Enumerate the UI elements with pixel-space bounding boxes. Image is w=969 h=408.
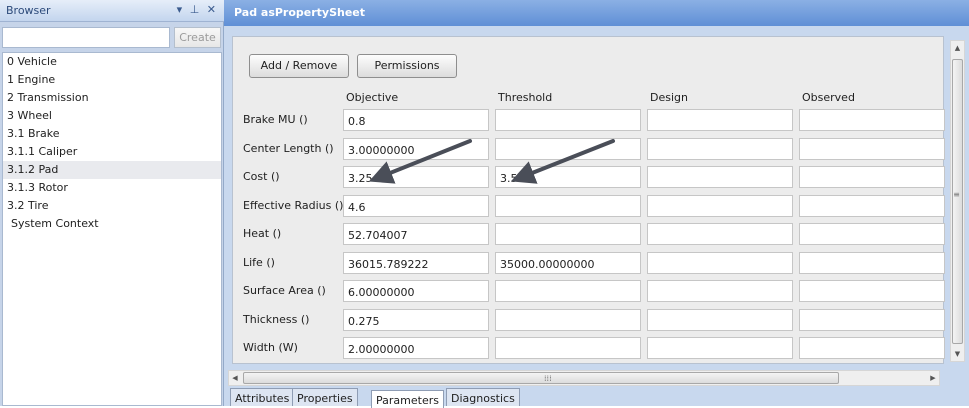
parameter-value-field[interactable] [647, 194, 793, 217]
tree-item[interactable]: 3.1.1 Caliper [3, 143, 221, 161]
parameter-label: Thickness () [243, 312, 310, 326]
parameter-label: Cost () [243, 170, 280, 183]
parameter-value-field[interactable] [799, 194, 945, 217]
permissions-button[interactable]: Permissions [357, 54, 457, 78]
parameter-value-field[interactable] [799, 109, 945, 131]
parameter-value-field[interactable] [647, 280, 793, 302]
scroll-grip-icon: ≡ [953, 190, 960, 199]
parameter-value-field[interactable] [647, 109, 793, 131]
tab-attributes[interactable]: Attributes [230, 388, 295, 406]
parameter-value-field[interactable] [495, 337, 641, 359]
tree-item[interactable]: 3.2 Tire [3, 197, 221, 215]
parameter-value-field[interactable] [799, 166, 945, 188]
create-button[interactable]: Create [174, 27, 221, 48]
parameter-value-field[interactable] [647, 137, 793, 160]
parameter-value-field[interactable]: 35000.00000000 [495, 251, 641, 274]
browser-title: Browser [6, 4, 51, 17]
parameter-value-field[interactable] [495, 109, 641, 131]
tab-diagnostics[interactable]: Diagnostics [446, 388, 520, 406]
parameter-value-field[interactable] [647, 251, 793, 274]
column-header: Observed [802, 91, 855, 104]
parameter-value-field[interactable] [799, 337, 945, 359]
parameter-value-field[interactable] [495, 223, 641, 245]
parameter-value-field[interactable]: 2.00000000 [343, 337, 489, 359]
parameters-panel: Add / Remove Permissions Objective Thresh… [232, 36, 945, 364]
browser-pane: Browser ▾ ⊥ ✕ Create 0 Vehicle 1 Engine 2 … [0, 0, 224, 406]
parameter-value-field[interactable]: 52.704007 [343, 223, 489, 245]
parameter-value-field[interactable]: 3.5 [495, 166, 641, 188]
vertical-scroll-thumb[interactable] [952, 59, 963, 344]
scroll-up-icon[interactable]: ▲ [951, 41, 964, 55]
scroll-right-icon[interactable]: ▶ [927, 371, 939, 385]
parameter-value-field[interactable] [799, 223, 945, 245]
parameter-label: Surface Area () [243, 284, 326, 297]
tab-properties[interactable]: Properties [292, 388, 358, 406]
parameter-value-field[interactable] [799, 251, 945, 274]
vertical-scrollbar[interactable]: ▲ ≡ ▼ [950, 40, 965, 362]
parameter-value-field[interactable] [647, 337, 793, 359]
browser-search-input[interactable] [2, 27, 170, 48]
browser-tree: 0 Vehicle 1 Engine 2 Transmission 3 Wheel 3.… [2, 52, 222, 406]
horizontal-scrollbar[interactable]: ◀ ⁞⁞⁞ ▶ [228, 370, 940, 386]
scroll-down-icon[interactable]: ▼ [951, 347, 964, 361]
parameter-label: Brake MU () [243, 113, 308, 126]
sheet-title: Pad asPropertySheet [224, 0, 969, 26]
parameter-label: Heat () [243, 227, 282, 240]
parameter-label: Width (W) [243, 341, 298, 354]
scroll-left-icon[interactable]: ◀ [229, 371, 241, 385]
parameter-value-field[interactable] [495, 194, 641, 217]
add-remove-button[interactable]: Add / Remove [249, 54, 349, 78]
tree-item[interactable]: 0 Vehicle [3, 53, 221, 71]
parameter-value-field[interactable]: 3.25 [343, 166, 489, 188]
scroll-grip-icon: ⁞⁞⁞ [544, 374, 552, 383]
parameter-label: Center Length () [243, 141, 334, 155]
pane-controls-icon[interactable]: ▾ ⊥ ✕ [177, 3, 218, 16]
tree-item[interactable]: 3.1.3 Rotor [3, 179, 221, 197]
browser-search-row: Create [2, 27, 222, 49]
parameter-value-field[interactable]: 4.6 [343, 194, 489, 217]
column-header: Threshold [498, 91, 553, 104]
tree-item[interactable]: 3.1.2 Pad [3, 161, 221, 179]
parameter-value-field[interactable] [495, 308, 641, 331]
parameter-value-field[interactable]: 3.00000000 [343, 137, 489, 160]
tree-item[interactable]: 2 Transmission [3, 89, 221, 107]
parameter-value-field[interactable] [799, 137, 945, 160]
parameter-value-field[interactable] [647, 166, 793, 188]
parameter-value-field[interactable] [647, 223, 793, 245]
parameter-value-field[interactable] [799, 280, 945, 302]
parameter-value-field[interactable]: 6.00000000 [343, 280, 489, 302]
column-header: Design [650, 91, 688, 104]
tree-item[interactable]: System Context [3, 215, 221, 233]
horizontal-scroll-thumb[interactable]: ⁞⁞⁞ [243, 372, 839, 384]
browser-title-bar: Browser ▾ ⊥ ✕ [0, 0, 224, 22]
parameter-value-field[interactable] [799, 308, 945, 331]
parameter-label: Effective Radius () [243, 198, 344, 212]
parameter-value-field[interactable] [495, 280, 641, 302]
parameter-value-field[interactable]: 36015.789222 [343, 251, 489, 274]
tree-item[interactable]: 3 Wheel [3, 107, 221, 125]
tree-item[interactable]: 3.1 Brake [3, 125, 221, 143]
parameter-label: Life () [243, 255, 275, 269]
parameter-value-field[interactable]: 0.275 [343, 308, 489, 331]
parameter-value-field[interactable] [495, 137, 641, 160]
parameter-value-field[interactable]: 0.8 [343, 109, 489, 131]
tree-item[interactable]: 1 Engine [3, 71, 221, 89]
column-header: Objective [346, 91, 399, 104]
property-sheet: Pad asPropertySheet Add / Remove Permiss… [224, 0, 969, 408]
tab-parameters[interactable]: Parameters [371, 390, 444, 408]
parameter-value-field[interactable] [647, 308, 793, 331]
